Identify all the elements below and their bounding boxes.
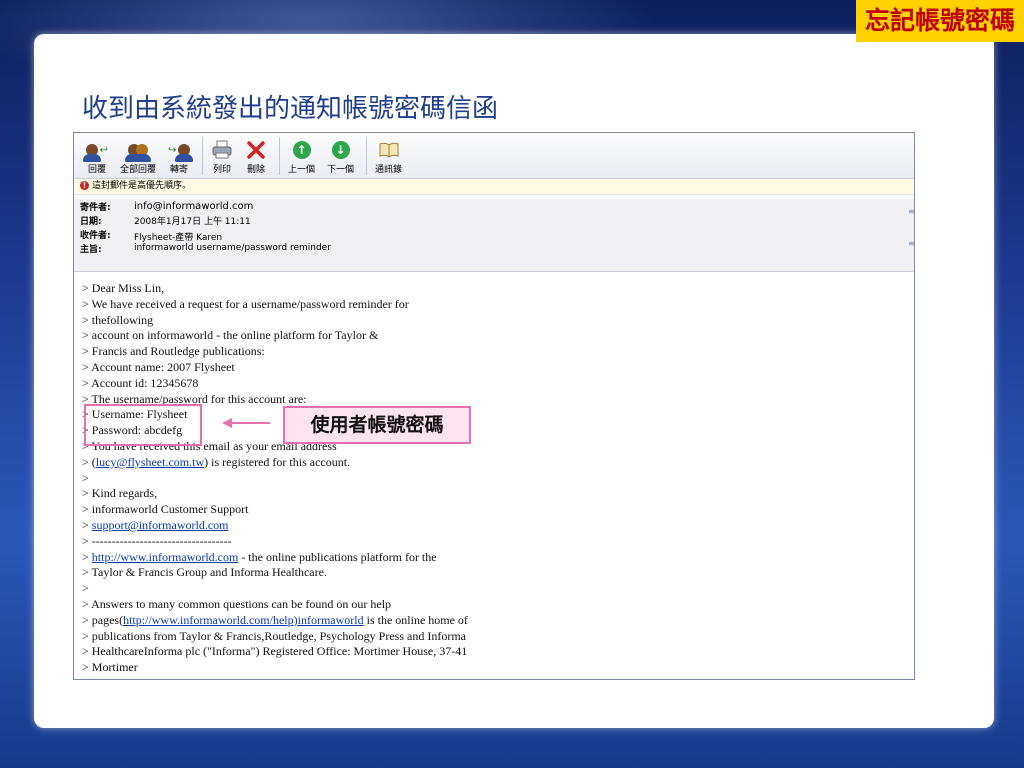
previous-button[interactable]: ↑ 上一個 xyxy=(288,140,315,178)
reply-icon: ↩ xyxy=(83,140,108,162)
reply-button[interactable]: ↩ 回覆 xyxy=(83,140,108,178)
forward-button[interactable]: ↪ 轉寄 xyxy=(168,140,193,178)
body-line: > Account id: 12345678 xyxy=(82,375,199,390)
date-value: 2008年1月17日 上午 11:11 xyxy=(134,216,251,227)
help-link[interactable]: http://www.informaworld.com/help)informa… xyxy=(123,613,364,627)
print-icon xyxy=(211,140,233,160)
body-line: > Kind regards, xyxy=(82,486,158,501)
body-line: > Taylor & Francis Group and Informa Hea… xyxy=(82,565,327,580)
forward-icon: ↪ xyxy=(168,140,193,162)
username-line: > Username: Flysheet xyxy=(82,407,188,422)
body-line: > xyxy=(82,581,89,596)
to-label: 收件者: xyxy=(80,230,111,241)
body-line: > Mortimer xyxy=(82,660,138,675)
priority-notice: 這封郵件是高優先順序。 xyxy=(92,181,192,191)
mail-toolbar: ↩ 回覆 全部回覆 ↪ 轉寄 列印 刪除 ↑ 上一個 ↓ 下一個 通訊錄 xyxy=(74,133,914,179)
address-book-icon xyxy=(378,140,400,160)
credentials-highlight-box xyxy=(84,404,202,446)
body-line: > http://www.informaworld.com - the onli… xyxy=(82,549,437,564)
mail-body: > Dear Miss Lin, > We have received a re… xyxy=(74,269,914,679)
from-value[interactable]: info@informaworld.com xyxy=(134,201,253,212)
subject-value: informaworld username/password reminder xyxy=(134,243,331,253)
body-line: > (lucy@flysheet.com.tw) is registered f… xyxy=(82,454,351,469)
header-scroll-icon[interactable]: ≡ xyxy=(908,239,914,248)
date-label: 日期: xyxy=(80,216,102,227)
email-link[interactable]: lucy@flysheet.com.tw xyxy=(96,455,204,469)
delete-button[interactable]: 刪除 xyxy=(245,140,267,178)
corner-badge: 忘記帳號密碼 xyxy=(856,0,1024,42)
subject-label: 主旨: xyxy=(80,244,102,255)
left-arrow-icon xyxy=(222,418,270,428)
body-line: > Francis and Routledge publications: xyxy=(82,344,265,359)
toolbar-separator xyxy=(366,137,368,175)
priority-icon: ! xyxy=(80,181,89,190)
toolbar-separator xyxy=(202,137,204,175)
body-line: > The username/password for this account… xyxy=(82,391,307,406)
body-line: > pages(http://www.informaworld.com/help… xyxy=(82,612,468,627)
body-line: > thefollowing xyxy=(82,312,154,327)
callout-label: 使用者帳號密碼 xyxy=(283,406,471,444)
delete-icon xyxy=(245,140,267,160)
print-button[interactable]: 列印 xyxy=(211,140,233,178)
body-line: > informaworld Customer Support xyxy=(82,502,249,517)
body-line: > xyxy=(82,470,89,485)
mail-headers: 寄件者: info@informaworld.com 日期: 2008年1月17… xyxy=(74,199,914,272)
header-scroll-icon[interactable]: ≡ xyxy=(908,207,914,216)
body-line: > ----------------------------------- xyxy=(82,533,232,548)
body-line: > Account name: 2007 Flysheet xyxy=(82,359,235,374)
body-line: > HealthcareInforma plc ("Informa") Regi… xyxy=(82,644,468,659)
password-line: > Password: abcdefg xyxy=(82,423,183,438)
reply-all-icon xyxy=(125,140,151,162)
support-link[interactable]: support@informaworld.com xyxy=(92,518,229,532)
body-line: > account on informaworld - the online p… xyxy=(82,328,379,343)
body-line: > Dear Miss Lin, xyxy=(82,281,165,295)
website-link[interactable]: http://www.informaworld.com xyxy=(92,550,239,564)
body-line: > support@informaworld.com xyxy=(82,517,229,532)
next-button[interactable]: ↓ 下一個 xyxy=(327,140,354,178)
address-book-button[interactable]: 通訊錄 xyxy=(375,140,402,178)
next-icon: ↓ xyxy=(330,140,352,160)
toolbar-separator xyxy=(279,137,281,175)
body-line: > We have received a request for a usern… xyxy=(82,296,409,311)
reply-all-button[interactable]: 全部回覆 xyxy=(120,140,156,178)
previous-icon: ↑ xyxy=(291,140,313,160)
from-label: 寄件者: xyxy=(80,202,111,213)
body-line: > You have received this email as your e… xyxy=(82,438,337,453)
priority-bar: ! 這封郵件是高優先順序。 xyxy=(74,179,914,195)
to-value[interactable]: Flysheet-產帶 Karen xyxy=(134,230,222,243)
body-line: > Answers to many common questions can b… xyxy=(82,596,392,611)
slide-title: 收到由系統發出的通知帳號密碼信函 xyxy=(82,94,499,124)
body-line: > publications from Taylor & Francis,Rou… xyxy=(82,628,466,643)
